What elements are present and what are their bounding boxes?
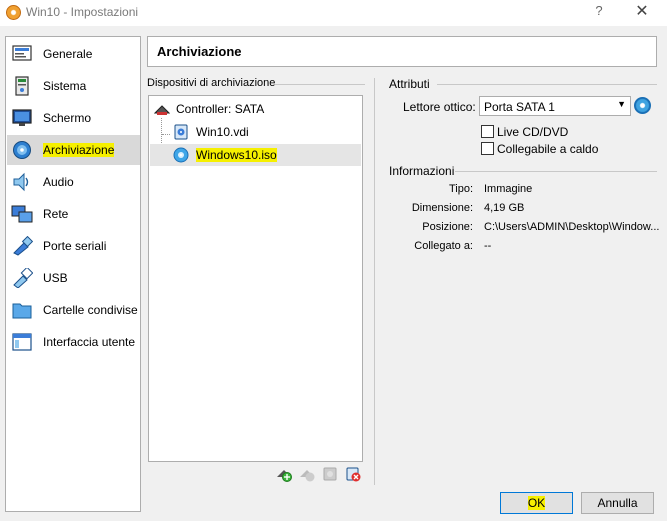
sidebar-item-shared-folders[interactable]: Cartelle condivise — [7, 295, 140, 325]
storage-tree: Controller: SATA Win10.vdi Windows10.iso — [148, 95, 363, 462]
sidebar-item-display[interactable]: Schermo — [7, 103, 140, 133]
tree-item-windows10-iso[interactable]: Windows10.iso — [150, 144, 361, 166]
optical-disc-icon — [173, 147, 189, 163]
serial-ports-icon — [13, 236, 33, 256]
sidebar-item-user-interface[interactable]: Interfaccia utente — [7, 327, 140, 357]
sidebar-item-label: Cartelle condivise — [43, 303, 138, 317]
general-icon — [12, 45, 32, 61]
sidebar-item-label: Generale — [43, 47, 93, 61]
panel-divider — [374, 78, 375, 485]
hot-pluggable-checkbox[interactable] — [481, 142, 494, 155]
tree-label: Windows10.iso — [196, 148, 277, 162]
network-icon — [11, 205, 33, 223]
settings-sidebar: Generale Sistema Schermo Archiviazione A… — [5, 36, 141, 512]
tree-label: Win10.vdi — [196, 125, 249, 139]
sidebar-item-label: Schermo — [43, 111, 92, 125]
add-attachment-icon[interactable] — [322, 466, 338, 482]
live-cd-label: Live CD/DVD — [497, 125, 569, 139]
group-divider — [455, 171, 657, 172]
sidebar-item-network[interactable]: Rete — [7, 199, 140, 229]
audio-icon — [13, 172, 29, 192]
chevron-down-icon: ▼ — [617, 99, 626, 109]
tree-item-win10-vdi[interactable]: Win10.vdi — [150, 121, 361, 143]
info-location-label: Posizione: — [422, 221, 473, 233]
sidebar-item-label: Audio — [43, 175, 74, 189]
ok-button[interactable]: OK — [500, 492, 573, 514]
shared-folders-icon — [12, 303, 32, 319]
group-divider — [437, 84, 657, 85]
hot-pluggable-label: Collegabile a caldo — [497, 142, 599, 156]
controller-icon — [154, 105, 170, 115]
sidebar-item-audio[interactable]: Audio — [7, 167, 140, 197]
sidebar-item-label: Interfaccia utente — [43, 335, 136, 349]
sidebar-item-usb[interactable]: USB — [7, 263, 140, 293]
live-cd-checkbox[interactable] — [481, 125, 494, 138]
attributes-caption: Attributi — [389, 77, 430, 91]
info-type-label: Tipo: — [448, 183, 473, 195]
sidebar-item-system[interactable]: Sistema — [7, 71, 140, 101]
system-icon — [15, 76, 29, 96]
optical-drive-value: Porta SATA 1 — [484, 100, 555, 114]
usb-icon — [13, 268, 33, 288]
sidebar-item-label: Sistema — [43, 79, 87, 93]
info-location-value: C:\Users\ADMIN\Desktop\Window... — [484, 221, 660, 233]
display-icon — [12, 109, 32, 126]
title-bar: Win10 - Impostazioni ? ✕ — [0, 0, 667, 26]
info-size-value: 4,19 GB — [484, 202, 525, 214]
hard-disk-icon — [174, 124, 188, 140]
info-type-value: Immagine — [484, 183, 533, 195]
cancel-button[interactable]: Annulla — [581, 492, 654, 514]
tree-label: Controller: SATA — [176, 102, 265, 116]
info-attached-label: Collegato a: — [414, 240, 473, 252]
virtualbox-icon — [6, 5, 21, 20]
optical-drive-select[interactable]: Porta SATA 1 ▼ — [479, 96, 631, 116]
user-interface-icon — [12, 333, 32, 351]
dialog-body: Generale Sistema Schermo Archiviazione A… — [0, 26, 667, 521]
sidebar-item-label: USB — [43, 271, 68, 285]
info-attached-value: -- — [484, 240, 492, 252]
remove-attachment-icon[interactable] — [345, 466, 361, 482]
information-caption: Informazioni — [389, 164, 455, 178]
storage-devices-caption: Dispositivi di archiviazione — [147, 77, 276, 89]
optical-drive-label: Lettore ottico: — [403, 100, 476, 114]
page-title-text: Archiviazione — [157, 44, 242, 59]
add-controller-icon[interactable] — [276, 466, 292, 482]
help-button[interactable]: ? — [589, 3, 609, 23]
choose-disk-icon[interactable] — [634, 97, 651, 114]
sidebar-item-serial-ports[interactable]: Porte seriali — [7, 231, 140, 261]
sidebar-item-storage[interactable]: Archiviazione — [7, 135, 140, 165]
ok-button-label: OK — [527, 496, 546, 510]
info-size-label: Dimensione: — [411, 202, 473, 214]
sidebar-item-label: Archiviazione — [43, 143, 115, 157]
page-title: Archiviazione — [147, 36, 657, 67]
tree-controller-sata[interactable]: Controller: SATA — [150, 98, 361, 120]
sidebar-item-general[interactable]: Generale — [7, 39, 140, 69]
storage-icon — [13, 141, 31, 159]
sidebar-item-label: Porte seriali — [43, 239, 107, 253]
close-button[interactable]: ✕ — [628, 1, 656, 23]
remove-controller-icon[interactable] — [299, 466, 315, 482]
sidebar-item-label: Rete — [43, 207, 69, 221]
group-divider — [275, 84, 365, 85]
window-title: Win10 - Impostazioni — [26, 5, 139, 19]
